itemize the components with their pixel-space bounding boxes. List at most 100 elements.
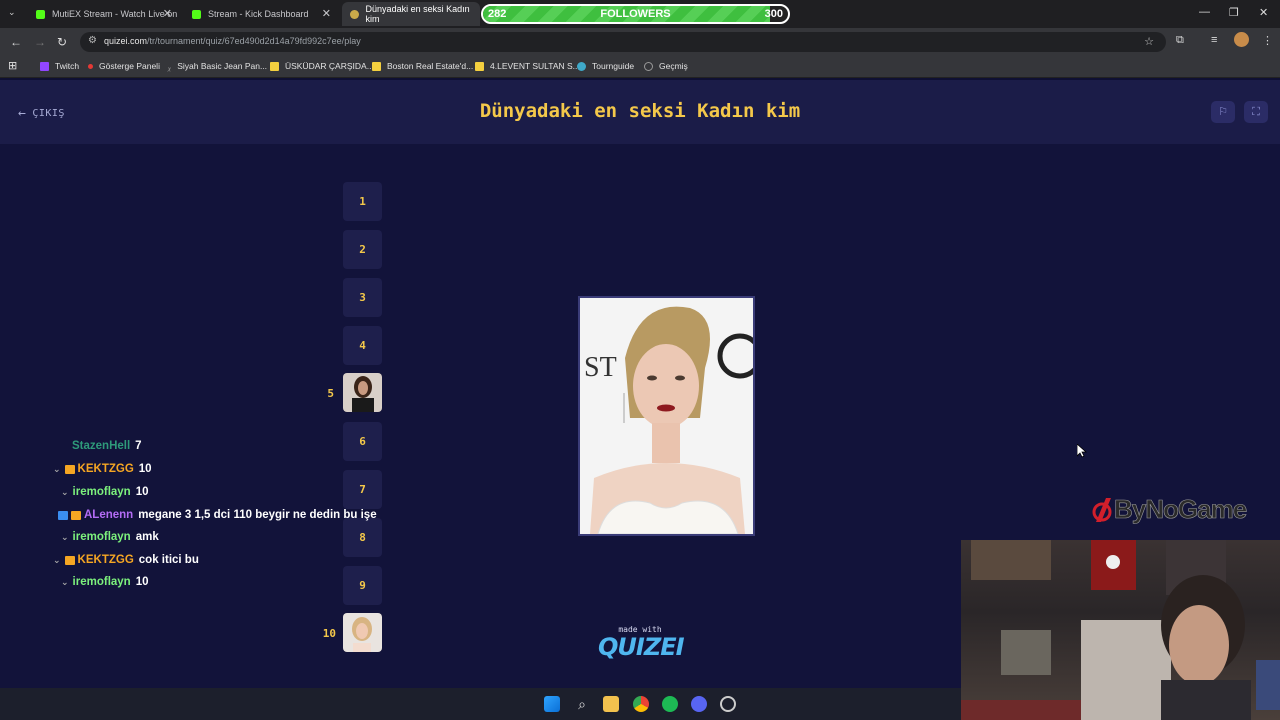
tab-bar: ⌄ MutiEX Stream - Watch Live on ✕ Stream… [0, 0, 1280, 28]
history-icon [644, 61, 653, 71]
rank-slot-5-image[interactable] [343, 373, 382, 412]
contestant-thumbnail [343, 373, 382, 412]
dashboard-icon [88, 63, 93, 69]
rank-slot-1[interactable]: 1 [343, 182, 382, 221]
bookmark-jean[interactable]: ᵪ Siyah Basic Jean Pan... [168, 61, 267, 72]
bookmark-boston[interactable]: Boston Real Estate'd... [372, 61, 473, 71]
crown-badge-icon [64, 464, 75, 474]
obs-icon[interactable] [720, 696, 736, 712]
rank-slot-7[interactable]: 7 [343, 470, 382, 509]
tab-quiz[interactable]: Dünyadaki en seksi Kadın kim [342, 2, 480, 26]
kick-icon [36, 9, 45, 19]
chat-message: ALenenn megane 3 1,5 dci 110 beygir ne d… [58, 509, 377, 521]
svg-text:ST: ST [584, 352, 617, 383]
forward-icon[interactable]: → [34, 35, 46, 49]
quiz-header: ← ÇIKIŞ Dünyadaki en seksi Kadın kim ⚐ ⛶ [0, 80, 1280, 144]
tab-title: MutiEX Stream - Watch Live on [52, 9, 178, 19]
extensions-icon[interactable]: ⧉ [1176, 34, 1184, 47]
rank-slot-2[interactable]: 2 [343, 230, 382, 269]
close-tab-icon[interactable]: ✕ [163, 7, 172, 20]
chevron-icon: ⌄ [61, 531, 69, 542]
close-window-icon[interactable]: ✕ [1259, 6, 1268, 19]
chat-message: ⌄ iremoflayn 10 [61, 486, 149, 498]
chat-message: ⌄ iremoflayn amk [61, 531, 159, 543]
rank-slot-3[interactable]: 3 [343, 278, 382, 317]
chat-text: megane 3 1,5 dci 110 beygir ne dedin bu … [138, 509, 377, 521]
bookmark-tournguide[interactable]: Tournguide [577, 61, 634, 71]
bookmark-dashboard[interactable]: Gösterge Paneli [88, 61, 160, 71]
url-text: quizei.com/tr/tournament/quiz/67ed490d2d… [104, 36, 361, 46]
reload-icon[interactable]: ↻ [57, 35, 67, 49]
sahibinden-icon [270, 61, 279, 71]
chat-message: StazenHell 7 [72, 440, 142, 452]
rank-slot-9[interactable]: 9 [343, 566, 382, 605]
quizei-icon [350, 9, 359, 19]
sponsor-name: ByNoGame [1114, 494, 1248, 525]
file-explorer-icon[interactable] [603, 696, 619, 712]
chat-user: iremoflayn [72, 486, 131, 498]
spotify-icon[interactable] [662, 696, 678, 712]
back-icon[interactable]: ← [10, 35, 22, 49]
bookmark-levent[interactable]: 4.LEVENT SULTAN S... [475, 61, 580, 71]
twitch-icon [40, 61, 49, 71]
chat-user: KEKTZGG [77, 554, 134, 566]
flag-button[interactable]: ⚐ [1211, 101, 1235, 123]
tab-kick-dashboard[interactable]: Stream - Kick Dashboard ✕ [184, 2, 339, 26]
webcam-image [961, 540, 1280, 720]
menu-icon[interactable]: ⋮ [1262, 34, 1273, 47]
chat-text: 10 [138, 463, 152, 475]
chat-user: ALenenn [84, 509, 134, 521]
bookmark-history[interactable]: Geçmiş [644, 61, 688, 71]
crown-badge-icon [71, 510, 81, 520]
rank-slot-10-image[interactable] [343, 613, 382, 652]
chat-message: ⌄ KEKTZGG 10 [53, 463, 152, 475]
tab-search-icon[interactable]: ⌄ [8, 7, 16, 18]
close-tab-icon[interactable]: ✕ [322, 7, 331, 20]
minimize-icon[interactable]: — [1199, 6, 1210, 18]
chrome-icon[interactable] [633, 696, 649, 712]
chat-user: KEKTZGG [77, 463, 134, 475]
profile-avatar[interactable] [1234, 32, 1249, 47]
bookmark-twitch[interactable]: Twitch [40, 61, 79, 71]
sahibinden-icon [475, 61, 484, 71]
kick-icon [192, 9, 201, 19]
bynogame-logo-icon [1092, 497, 1112, 522]
discord-icon[interactable] [691, 696, 707, 712]
tournguide-icon [577, 61, 586, 71]
address-bar[interactable]: ⚙ quizei.com/tr/tournament/quiz/67ed490d… [80, 32, 1166, 52]
sahibinden-icon [372, 61, 381, 71]
rank-number-10: 10 [322, 627, 336, 640]
media-icon[interactable]: ≡ [1211, 34, 1217, 46]
subscriber-badge-icon [58, 510, 68, 520]
chat-user: StazenHell [72, 440, 131, 452]
made-with-quizei[interactable]: made with QUIZEI [598, 625, 685, 661]
tab-mutiex[interactable]: MutiEX Stream - Watch Live on ✕ [28, 2, 180, 26]
chevron-icon: ⌄ [61, 486, 69, 497]
tab-title: Dünyadaki en seksi Kadın kim [365, 4, 470, 24]
site-info-icon[interactable]: ⚙ [88, 35, 97, 46]
rank-slot-4[interactable]: 4 [343, 326, 382, 365]
chevron-icon: ⌄ [53, 463, 61, 474]
restore-icon[interactable]: ❐ [1229, 6, 1239, 19]
bookmark-star-icon[interactable]: ☆ [1144, 35, 1154, 48]
apps-grid-icon[interactable]: ⊞ [8, 59, 17, 72]
taskbar: ⌕ [0, 688, 961, 720]
chat-user: iremoflayn [72, 531, 131, 543]
followers-goal-bar: 282 FOLLOWERS 300 [481, 4, 790, 24]
chevron-icon: ⌄ [53, 554, 61, 565]
crown-badge-icon [64, 555, 75, 565]
windows-start-icon[interactable] [544, 696, 560, 712]
chat-text: amk [135, 531, 159, 543]
contestant-photo[interactable]: ST [578, 296, 755, 536]
fullscreen-button[interactable]: ⛶ [1244, 101, 1268, 123]
rank-slot-6[interactable]: 6 [343, 422, 382, 461]
quizei-logo: QUIZEI [598, 633, 685, 661]
bookmark-uskudar[interactable]: ÜSKÜDAR ÇARŞIDA... [270, 61, 374, 71]
bookmarks-bar: ⊞ Twitch Gösterge Paneli ᵪ Siyah Basic Je… [0, 56, 1280, 78]
rank-slot-8[interactable]: 8 [343, 518, 382, 557]
chat-text: 10 [135, 486, 149, 498]
x-icon: ᵪ [168, 61, 172, 72]
search-icon[interactable]: ⌕ [574, 696, 590, 712]
chat-user: iremoflayn [72, 576, 131, 588]
chat-text: 10 [135, 576, 149, 588]
